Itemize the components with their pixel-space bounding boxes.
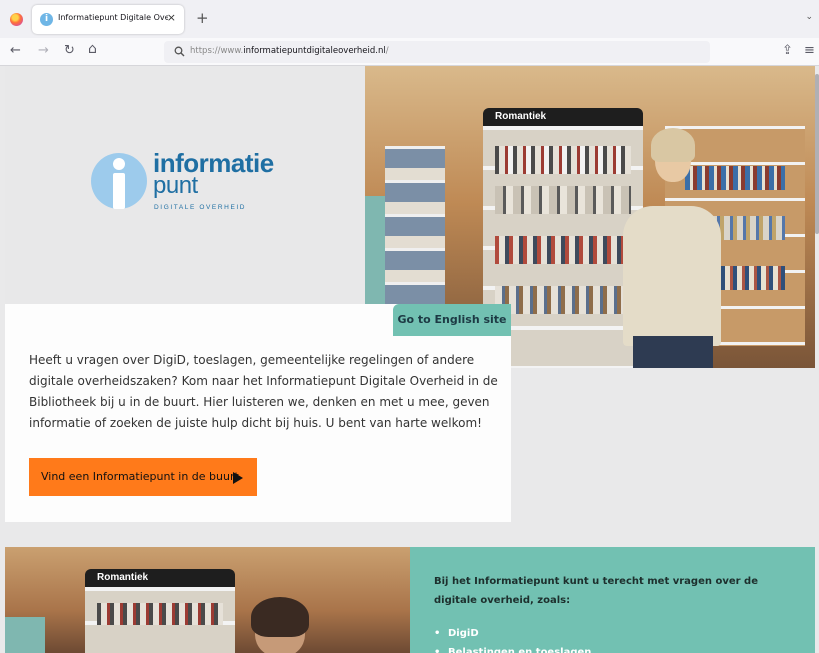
- search-icon: [174, 46, 185, 57]
- navigation-bar: ← → ↻ ⌂ https://www.informatiepuntdigita…: [0, 38, 819, 66]
- firefox-icon[interactable]: [10, 13, 23, 26]
- info-panel-title: Bij het Informatiepunt kunt u terecht me…: [434, 576, 758, 606]
- second-photo: Romantiek: [5, 547, 410, 653]
- new-tab-button[interactable]: +: [196, 9, 209, 27]
- list-item: Belastingen en toeslagen: [434, 643, 591, 653]
- info-favicon-icon: i: [40, 13, 53, 26]
- url-bar[interactable]: https://www.informatiepuntdigitaleoverhe…: [164, 41, 710, 63]
- list-tabs-icon[interactable]: ⌄: [805, 12, 813, 22]
- tab-bar: i Informatiepunt Digitale Overheid × + ⌄: [0, 0, 819, 38]
- close-tab-icon[interactable]: ×: [167, 11, 176, 24]
- logo-dot: [113, 158, 125, 170]
- site-logo[interactable]: informatie punt DIGITALE OVERHEID: [91, 148, 291, 232]
- romantiek-sign: Romantiek: [483, 108, 643, 126]
- share-icon[interactable]: ⇪: [782, 43, 793, 58]
- find-location-label: Vind een Informatiepunt in de buurt: [41, 470, 239, 483]
- logo-bar: [113, 173, 125, 209]
- logo-word-punt: punt: [153, 172, 198, 199]
- topic-list: DigiD Belastingen en toeslagen: [434, 624, 591, 653]
- intro-paragraph: Heeft u vragen over DigiD, toeslagen, ge…: [29, 353, 498, 430]
- browser-tab[interactable]: i Informatiepunt Digitale Overheid ×: [32, 5, 184, 34]
- play-arrow-icon: [233, 472, 243, 484]
- scrollbar-thumb[interactable]: [815, 74, 819, 234]
- page-content: informatie punt DIGITALE OVERHEID Romant…: [0, 66, 819, 653]
- home-icon[interactable]: ⌂: [88, 41, 97, 57]
- list-item: DigiD: [434, 624, 591, 643]
- forward-icon[interactable]: →: [38, 43, 49, 58]
- back-icon[interactable]: ←: [10, 43, 21, 58]
- url-text: https://www.informatiepuntdigitaleoverhe…: [190, 46, 389, 56]
- tab-title: Informatiepunt Digitale Overheid: [58, 13, 168, 22]
- logo-subtitle: DIGITALE OVERHEID: [154, 204, 247, 211]
- romantiek-sign-2: Romantiek: [85, 569, 235, 587]
- menu-icon[interactable]: ≡: [804, 43, 815, 58]
- reload-icon[interactable]: ↻: [64, 43, 75, 58]
- logo-panel: informatie punt DIGITALE OVERHEID: [5, 66, 365, 304]
- info-panel: Bij het Informatiepunt kunt u terecht me…: [410, 547, 815, 653]
- english-site-button[interactable]: Go to English site: [393, 304, 511, 336]
- page-scrollbar[interactable]: [815, 66, 819, 653]
- find-location-button[interactable]: Vind een Informatiepunt in de buurt: [29, 458, 257, 496]
